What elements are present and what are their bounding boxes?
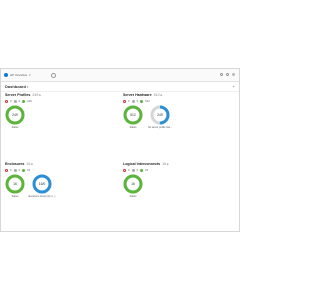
widget-title-text: Server Hardware xyxy=(123,93,152,97)
donut-label: Status xyxy=(11,195,19,198)
top-bar-icons xyxy=(220,73,235,76)
critical-count[interactable]: 0 xyxy=(10,99,12,103)
brand-logo-icon xyxy=(4,73,8,77)
critical-icon xyxy=(5,99,8,103)
donut-value: 16 xyxy=(131,182,135,186)
donut-chart[interactable]: 16 Status xyxy=(123,174,143,198)
donut-group: 16 Status 16/0 Enclosure Group (by n...) xyxy=(5,174,55,198)
critical-icon xyxy=(5,168,8,172)
critical-count[interactable]: 0 xyxy=(10,168,12,172)
donut-value: 512 xyxy=(130,113,136,117)
donut-chart[interactable]: 249 Status xyxy=(5,105,25,129)
donut-group: 249 Status xyxy=(5,105,25,129)
page-title: Dashboard xyxy=(5,84,26,89)
donut-group: 512 Status 249 No server profile has... xyxy=(123,105,173,129)
widget-count-link[interactable]: 249 ▸ xyxy=(32,93,41,97)
donut-ring: 16 xyxy=(123,174,143,194)
widget-count-link[interactable]: 16 ▸ xyxy=(26,162,33,166)
widget-title-text: Server Profiles xyxy=(5,93,31,97)
dashboard-menu[interactable]: Dashboard▾ xyxy=(5,84,28,89)
ok-icon xyxy=(22,99,26,103)
donut-chart[interactable]: 16 Status xyxy=(5,174,25,198)
widget-title[interactable]: Server Hardware 512 ▸ xyxy=(123,93,162,97)
donut-chart[interactable]: 249 No server profile has... xyxy=(147,105,173,129)
donut-chart[interactable]: 512 Status xyxy=(123,105,143,129)
top-bar: HP OneView ▾ xyxy=(1,69,239,82)
ok-icon xyxy=(140,99,144,103)
donut-value: 16/0 xyxy=(39,182,46,186)
warning-icon xyxy=(13,99,17,103)
donut-chart[interactable]: 16/0 Enclosure Group (by n...) xyxy=(29,174,55,198)
user-icon[interactable] xyxy=(232,73,235,76)
activity-icon[interactable] xyxy=(220,73,223,76)
widget-title[interactable]: Enclosures 16 ▸ xyxy=(5,162,33,166)
help-icon[interactable] xyxy=(226,73,229,76)
status-legend: 0 0 512 xyxy=(123,99,150,103)
page-header: Dashboard▾ + xyxy=(1,82,239,92)
warning-icon xyxy=(13,168,17,172)
donut-ring: 16/0 xyxy=(32,174,52,194)
donut-value: 249 xyxy=(12,113,18,117)
widget-2: Enclosures 16 ▸ 0 0 16 16 Status 16/0 Enclosure … xyxy=(5,162,121,222)
donut-value: 16 xyxy=(13,182,17,186)
widget-count-link[interactable]: 16 ▸ xyxy=(162,162,169,166)
critical-icon xyxy=(123,99,126,103)
widget-title-text: Enclosures xyxy=(5,162,25,166)
widget-title[interactable]: Logical Interconnects 16 ▸ xyxy=(123,162,169,166)
main-menu-button[interactable]: HP OneView ▾ xyxy=(4,72,31,78)
add-icon[interactable]: + xyxy=(233,85,235,89)
app-window: HP OneView ▾ Dashboard▾ + Server Profile… xyxy=(0,68,240,232)
chevron-down-icon: ▾ xyxy=(29,73,31,77)
critical-icon xyxy=(123,168,126,172)
chevron-down-icon: ▾ xyxy=(26,85,29,89)
search-icon[interactable] xyxy=(51,73,56,78)
ok-count[interactable]: 512 xyxy=(145,99,150,103)
donut-label: Status xyxy=(129,126,137,129)
donut-ring: 249 xyxy=(5,105,25,125)
brand-text: HP OneView xyxy=(10,73,28,77)
widget-0: Server Profiles 249 ▸ 0 0 249 249 Status xyxy=(5,93,121,153)
donut-label: Enclosure Group (by n...) xyxy=(28,195,56,198)
warning-icon xyxy=(131,99,135,103)
widget-count-link[interactable]: 512 ▸ xyxy=(154,93,163,97)
ok-count[interactable]: 249 xyxy=(27,99,32,103)
critical-count[interactable]: 0 xyxy=(128,168,130,172)
warning-count[interactable]: 0 xyxy=(137,168,139,172)
critical-count[interactable]: 0 xyxy=(128,99,130,103)
donut-label: Status xyxy=(129,195,137,198)
status-legend: 0 0 16 xyxy=(123,168,148,172)
warning-count[interactable]: 0 xyxy=(19,168,21,172)
ok-count[interactable]: 16 xyxy=(145,168,148,172)
status-legend: 0 0 249 xyxy=(5,99,32,103)
widget-3: Logical Interconnects 16 ▸ 0 0 16 16 Status xyxy=(123,162,239,222)
widget-1: Server Hardware 512 ▸ 0 0 512 512 Status 249 No … xyxy=(123,93,239,153)
warning-count[interactable]: 0 xyxy=(137,99,139,103)
donut-ring: 512 xyxy=(123,105,143,125)
warning-icon xyxy=(131,168,135,172)
donut-ring: 249 xyxy=(150,105,170,125)
donut-label: No server profile has... xyxy=(147,126,173,129)
warning-count[interactable]: 0 xyxy=(19,99,21,103)
widget-title-text: Logical Interconnects xyxy=(123,162,161,166)
widget-title[interactable]: Server Profiles 249 ▸ xyxy=(5,93,41,97)
donut-group: 16 Status xyxy=(123,174,143,198)
ok-icon xyxy=(140,168,144,172)
ok-count[interactable]: 16 xyxy=(27,168,30,172)
ok-icon xyxy=(22,168,26,172)
donut-value: 249 xyxy=(157,113,163,117)
donut-label: Status xyxy=(11,126,19,129)
status-legend: 0 0 16 xyxy=(5,168,30,172)
donut-ring: 16 xyxy=(5,174,25,194)
